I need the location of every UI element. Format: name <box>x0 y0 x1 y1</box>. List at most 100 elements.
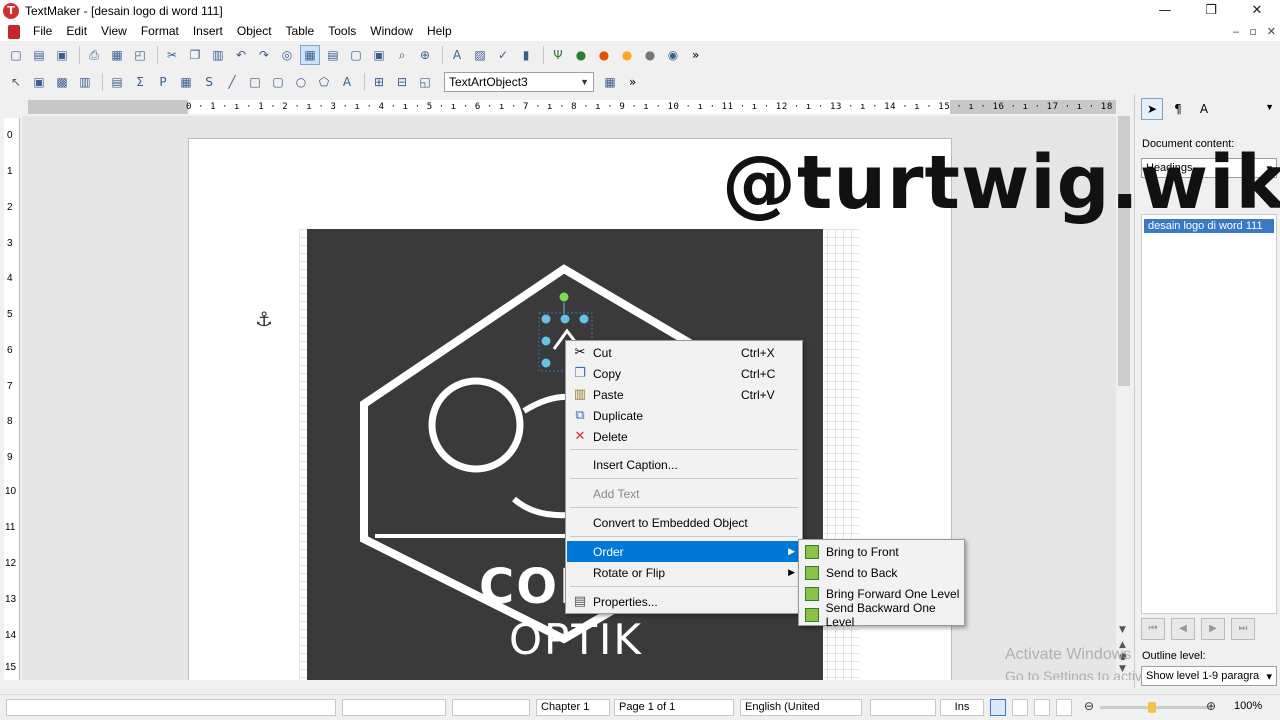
menu-item-copy[interactable]: ❐ Copy Ctrl+C <box>567 363 801 384</box>
zoom-in-icon[interactable]: ⊕ <box>1206 699 1216 713</box>
chart-icon[interactable]: ▮ <box>516 45 536 65</box>
zoom-out-icon[interactable]: ⊖ <box>1084 699 1094 713</box>
menu-item-convert-embedded[interactable]: Convert to Embedded Object <box>567 512 801 533</box>
align-icon[interactable]: ⊟ <box>392 72 412 92</box>
menu-item-insert-caption[interactable]: Insert Caption... <box>567 454 801 475</box>
planmaker-frame-icon[interactable]: P <box>153 72 173 92</box>
picture-frame-icon[interactable]: ▨ <box>470 45 490 65</box>
snapshot-icon[interactable]: S <box>199 72 219 92</box>
styles-icon[interactable]: ¶ <box>1167 98 1189 120</box>
last-icon[interactable]: ⏭ <box>1231 618 1255 640</box>
rounded-rect-tool-icon[interactable]: ▢ <box>268 72 288 92</box>
zoom-level[interactable]: 100% <box>1234 700 1262 712</box>
menu-item-order[interactable]: Order ▶ <box>567 541 801 562</box>
addon-icon[interactable]: ● <box>640 45 660 65</box>
ole-object-icon[interactable]: ▤ <box>107 72 127 92</box>
resize-handle[interactable] <box>559 313 571 325</box>
resize-handle[interactable] <box>578 313 590 325</box>
menu-table[interactable]: Table <box>279 22 322 41</box>
object-mode-icon[interactable]: ◱ <box>415 72 435 92</box>
smile-arc[interactable] <box>511 496 570 519</box>
menu-item-rotate-flip[interactable]: Rotate or Flip ▶ <box>567 562 801 583</box>
outline-level-combo[interactable]: Show level 1-9 paragra ▾ <box>1141 666 1277 686</box>
menu-tools[interactable]: Tools <box>321 22 363 41</box>
menu-help[interactable]: Help <box>420 22 459 41</box>
autoshape-tool-icon[interactable]: ⬠ <box>314 72 334 92</box>
outline-list[interactable]: desain logo di word 111 <box>1141 214 1277 614</box>
spellcheck-icon[interactable]: ✓ <box>493 45 513 65</box>
menu-item-send-backward[interactable]: Send Backward One Level <box>800 601 963 629</box>
ellipse-tool-icon[interactable]: ○ <box>291 72 311 92</box>
menu-file[interactable]: File <box>26 22 59 41</box>
toolbar-overflow-icon[interactable]: » <box>692 48 699 62</box>
group-icon[interactable]: ⊞ <box>369 72 389 92</box>
doc-close-button[interactable]: ✕ <box>1267 25 1276 38</box>
object-styles-icon[interactable]: A <box>1193 98 1215 120</box>
menu-item-bring-to-front[interactable]: Bring to Front <box>800 541 963 562</box>
doc-restore-button[interactable]: ▫ <box>1249 25 1256 38</box>
menu-item-duplicate[interactable]: ⧉ Duplicate <box>567 405 801 426</box>
maximize-button[interactable]: ❐ <box>1188 0 1234 22</box>
paste-icon[interactable]: ▥ <box>208 45 228 65</box>
pointer-icon[interactable]: ↖ <box>6 72 26 92</box>
rectangle-tool-icon[interactable]: □ <box>245 72 265 92</box>
menu-item-send-to-back[interactable]: Send to Back <box>800 562 963 583</box>
save-icon[interactable]: ▣ <box>52 45 72 65</box>
menu-insert[interactable]: Insert <box>186 22 230 41</box>
menu-view[interactable]: View <box>94 22 134 41</box>
zoom-slider-knob[interactable] <box>1148 702 1156 713</box>
grid-icon[interactable]: ▦ <box>600 72 620 92</box>
presentations-icon[interactable]: ● <box>594 45 614 65</box>
sidebar-menu-icon[interactable]: ▼ <box>1265 102 1274 112</box>
zoom-page-icon[interactable]: ⊕ <box>415 45 435 65</box>
open-folder-icon[interactable]: ▤ <box>29 45 49 65</box>
horizontal-ruler[interactable]: 0 · 1 · ı · 1 · 2 · ı · 3 · ı · 4 · ı · … <box>28 100 1116 114</box>
print-preview-icon[interactable]: ◰ <box>130 45 150 65</box>
view-mode-icon[interactable]: ▦ <box>300 45 320 65</box>
scroll-down-icon[interactable]: ▼ <box>1119 625 1126 635</box>
menu-item-delete[interactable]: ✕ Delete <box>567 426 801 447</box>
view-outline-icon[interactable]: ▤ <box>323 45 343 65</box>
print-icon[interactable]: ⎙ <box>84 45 104 65</box>
normal-view-icon[interactable] <box>990 699 1006 716</box>
chart-frame-icon[interactable]: ▥ <box>75 72 95 92</box>
close-button[interactable]: ✕ <box>1234 0 1280 22</box>
master-view-icon[interactable] <box>1056 699 1072 716</box>
rotation-handle[interactable] <box>558 291 570 303</box>
horizontal-scrollbar[interactable] <box>0 680 1134 694</box>
presentation-frame-icon[interactable]: ▦ <box>176 72 196 92</box>
previous-icon[interactable]: ◀ <box>1171 618 1195 640</box>
line-tool-icon[interactable]: ╱ <box>222 72 242 92</box>
online-icon[interactable]: ◉ <box>663 45 683 65</box>
document-icon[interactable] <box>8 24 20 39</box>
menu-item-properties[interactable]: ▤ Properties... <box>567 591 801 612</box>
menu-item-cut[interactable]: ✂ Cut Ctrl+X <box>567 342 801 363</box>
page-view-icon[interactable] <box>1034 699 1050 716</box>
resize-handle[interactable] <box>540 335 552 347</box>
zoom-icon[interactable]: ⌕ <box>392 45 412 65</box>
menu-item-paste[interactable]: ▥ Paste Ctrl+V <box>567 384 801 405</box>
redo-icon[interactable]: ↷ <box>254 45 274 65</box>
copy-icon[interactable]: ❐ <box>185 45 205 65</box>
export-pdf-icon[interactable]: ▦ <box>107 45 127 65</box>
first-icon[interactable]: ⏮ <box>1141 618 1165 640</box>
view-master-icon[interactable]: ▣ <box>369 45 389 65</box>
textart-tool-icon[interactable]: A <box>337 72 357 92</box>
object-name-combo[interactable]: TextArtObject3 ▼ <box>444 72 594 92</box>
resize-handle[interactable] <box>540 313 552 325</box>
status-language[interactable]: English (United <box>740 699 862 716</box>
toolbar-overflow-icon[interactable]: » <box>629 75 636 89</box>
planmaker-icon[interactable]: ● <box>571 45 591 65</box>
status-insert-mode[interactable]: Ins <box>940 699 984 716</box>
doc-minimize-button[interactable]: ‒ <box>1232 25 1239 38</box>
menu-format[interactable]: Format <box>134 22 186 41</box>
next-icon[interactable]: ▶ <box>1201 618 1225 640</box>
formula-frame-icon[interactable]: Σ <box>130 72 150 92</box>
basicmaker-icon[interactable]: ● <box>617 45 637 65</box>
cut-icon[interactable]: ✂ <box>162 45 182 65</box>
menu-edit[interactable]: Edit <box>59 22 94 41</box>
view-page-icon[interactable]: ▢ <box>346 45 366 65</box>
text-frame-tool-icon[interactable]: ▣ <box>29 72 49 92</box>
logo-text-line2[interactable]: OPTIK <box>509 615 643 664</box>
binoculars-icon[interactable]: ◎ <box>277 45 297 65</box>
